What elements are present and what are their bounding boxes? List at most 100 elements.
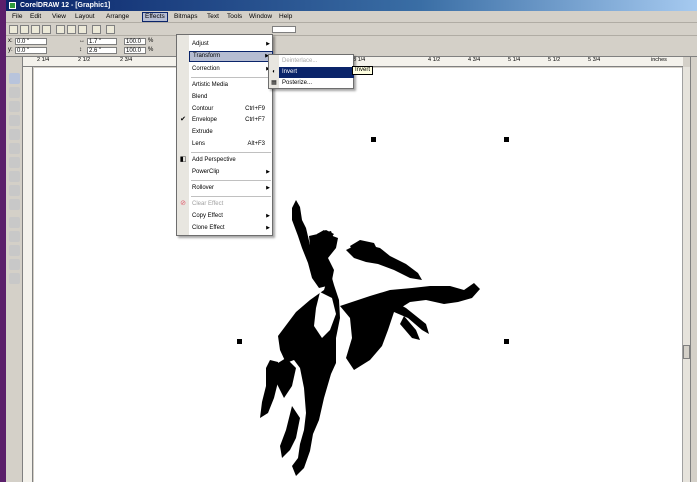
print-icon[interactable]	[42, 25, 51, 34]
transform-submenu: Deinterlace... ◐ Invert ▦ Posterize...	[268, 54, 354, 89]
interactive-fill-icon[interactable]	[9, 273, 20, 284]
bronc-rider-graphic[interactable]	[34, 68, 682, 482]
menu-item-envelope[interactable]: Envelope Ctrl+F7	[189, 115, 273, 126]
x-label: x:	[8, 38, 13, 44]
submenu-arrow-icon: ▶	[266, 185, 270, 191]
coreldraw-window: CorelDRAW 12 - [Graphic1] File Edit View…	[6, 0, 697, 482]
text-tool-icon[interactable]	[9, 199, 20, 210]
standard-toolbar	[6, 23, 697, 36]
menu-separator	[191, 77, 271, 78]
outline-tool-icon[interactable]	[9, 245, 20, 256]
menu-layout[interactable]: Layout	[73, 13, 97, 21]
submenu-arrow-icon: ▶	[266, 213, 270, 219]
basic-shapes-icon[interactable]	[9, 185, 20, 196]
paste-icon[interactable]	[78, 25, 87, 34]
app-icon	[9, 2, 16, 9]
rectangle-tool-icon[interactable]	[9, 143, 20, 154]
scroll-thumb[interactable]	[683, 345, 690, 359]
scale-x-unit: %	[148, 38, 154, 44]
clear-effect-icon: ⊘	[180, 200, 186, 207]
redo-icon[interactable]	[106, 25, 115, 34]
new-icon[interactable]	[9, 25, 18, 34]
ruler-tick: 5 1/4	[508, 57, 521, 63]
interactive-tool-icon[interactable]	[9, 217, 20, 228]
menu-view[interactable]: View	[50, 13, 68, 21]
menu-item-blend[interactable]: Blend	[189, 92, 273, 103]
scale-y-field[interactable]: 100.0	[124, 47, 146, 54]
menu-effects[interactable]: Effects	[142, 12, 168, 22]
submenu-arrow-icon: ▶	[266, 225, 270, 231]
docker-panel	[690, 57, 697, 482]
tooltip: Invert	[352, 66, 374, 75]
ruler-tick: 4 1/2	[428, 57, 441, 63]
title-bar: CorelDRAW 12 - [Graphic1]	[6, 0, 697, 11]
shape-tool-icon[interactable]	[9, 87, 20, 98]
ruler-tick: 3 1/4	[353, 57, 366, 63]
menu-item-extrude[interactable]: Extrude	[189, 127, 273, 138]
menu-file[interactable]: File	[10, 13, 24, 21]
pick-tool-icon[interactable]	[9, 73, 20, 84]
zoom-dropdown[interactable]	[272, 26, 296, 33]
ruler-tick: 5 3/4	[588, 57, 601, 63]
x-position-field[interactable]: 0.0 "	[15, 38, 47, 45]
menu-bitmaps[interactable]: Bitmaps	[172, 13, 199, 21]
menu-item-adjust[interactable]: Adjust ▶	[189, 39, 273, 50]
menu-edit[interactable]: Edit	[28, 13, 43, 21]
copy-icon[interactable]	[67, 25, 76, 34]
menu-bar: File Edit View Layout Arrange Effects Bi…	[6, 11, 697, 23]
menu-item-rollover[interactable]: Rollover ▶	[189, 183, 273, 194]
selection-handle[interactable]	[371, 137, 376, 142]
undo-icon[interactable]	[92, 25, 101, 34]
width-field[interactable]: 1.7 "	[87, 38, 117, 45]
posterize-icon: ▦	[271, 80, 277, 86]
menu-item-invert[interactable]: Invert	[279, 67, 354, 78]
menu-window[interactable]: Window	[247, 13, 274, 21]
open-icon[interactable]	[20, 25, 29, 34]
smart-fill-icon[interactable]	[9, 129, 20, 140]
menu-item-correction[interactable]: Correction▶	[189, 64, 273, 75]
ruler-tick: 4 3/4	[468, 57, 481, 63]
y-position-field[interactable]: 0.0 "	[15, 47, 47, 54]
save-icon[interactable]	[31, 25, 40, 34]
ruler-units: inches	[651, 57, 667, 63]
scale-x-field[interactable]: 100.0	[124, 38, 146, 45]
eyedropper-icon[interactable]	[9, 231, 20, 242]
menu-item-add-perspective[interactable]: Add Perspective	[189, 155, 273, 166]
menu-tools[interactable]: Tools	[225, 13, 244, 21]
selection-handle[interactable]	[504, 137, 509, 142]
menu-item-lens[interactable]: Lens Alt+F3	[189, 139, 273, 150]
menu-separator	[191, 152, 271, 153]
toolbox	[6, 57, 23, 482]
effects-menu: Adjust▶ Transform▶ Correction▶ Artistic …	[176, 34, 273, 236]
vertical-ruler	[23, 67, 33, 482]
cut-icon[interactable]	[56, 25, 65, 34]
selection-handle[interactable]	[504, 339, 509, 344]
y-label: y:	[8, 47, 13, 53]
invert-icon: ◐	[272, 69, 276, 75]
drawing-canvas[interactable]	[34, 68, 682, 482]
ruler-tick: 2 1/2	[78, 57, 91, 63]
selection-handle[interactable]	[237, 339, 242, 344]
menu-item-powerclip[interactable]: PowerClip ▶	[189, 167, 273, 178]
submenu-arrow-icon: ▶	[266, 41, 270, 47]
height-field[interactable]: 2.6 "	[87, 47, 117, 54]
vertical-scrollbar[interactable]	[682, 67, 690, 482]
zoom-tool-icon[interactable]	[9, 101, 20, 112]
menu-item-transform[interactable]: Transform▶	[189, 51, 273, 62]
menu-item-clone-effect[interactable]: Clone Effect ▶	[189, 223, 273, 234]
checkmark-icon: ✔	[180, 116, 186, 123]
menu-arrange[interactable]: Arrange	[104, 13, 131, 21]
menu-item-copy-effect[interactable]: Copy Effect ▶	[189, 211, 273, 222]
freehand-tool-icon[interactable]	[9, 115, 20, 126]
fill-tool-icon[interactable]	[9, 259, 20, 270]
window-title: CorelDRAW 12 - [Graphic1]	[20, 2, 111, 9]
polygon-tool-icon[interactable]	[9, 171, 20, 182]
ruler-tick: 5 1/2	[548, 57, 561, 63]
ellipse-tool-icon[interactable]	[9, 157, 20, 168]
menu-separator	[191, 196, 271, 197]
menu-item-posterize[interactable]: Posterize...	[279, 78, 354, 89]
menu-item-contour[interactable]: Contour Ctrl+F9	[189, 104, 273, 115]
menu-text[interactable]: Text	[205, 13, 221, 21]
menu-help[interactable]: Help	[277, 13, 294, 21]
menu-item-artistic-media[interactable]: Artistic Media	[189, 80, 273, 91]
